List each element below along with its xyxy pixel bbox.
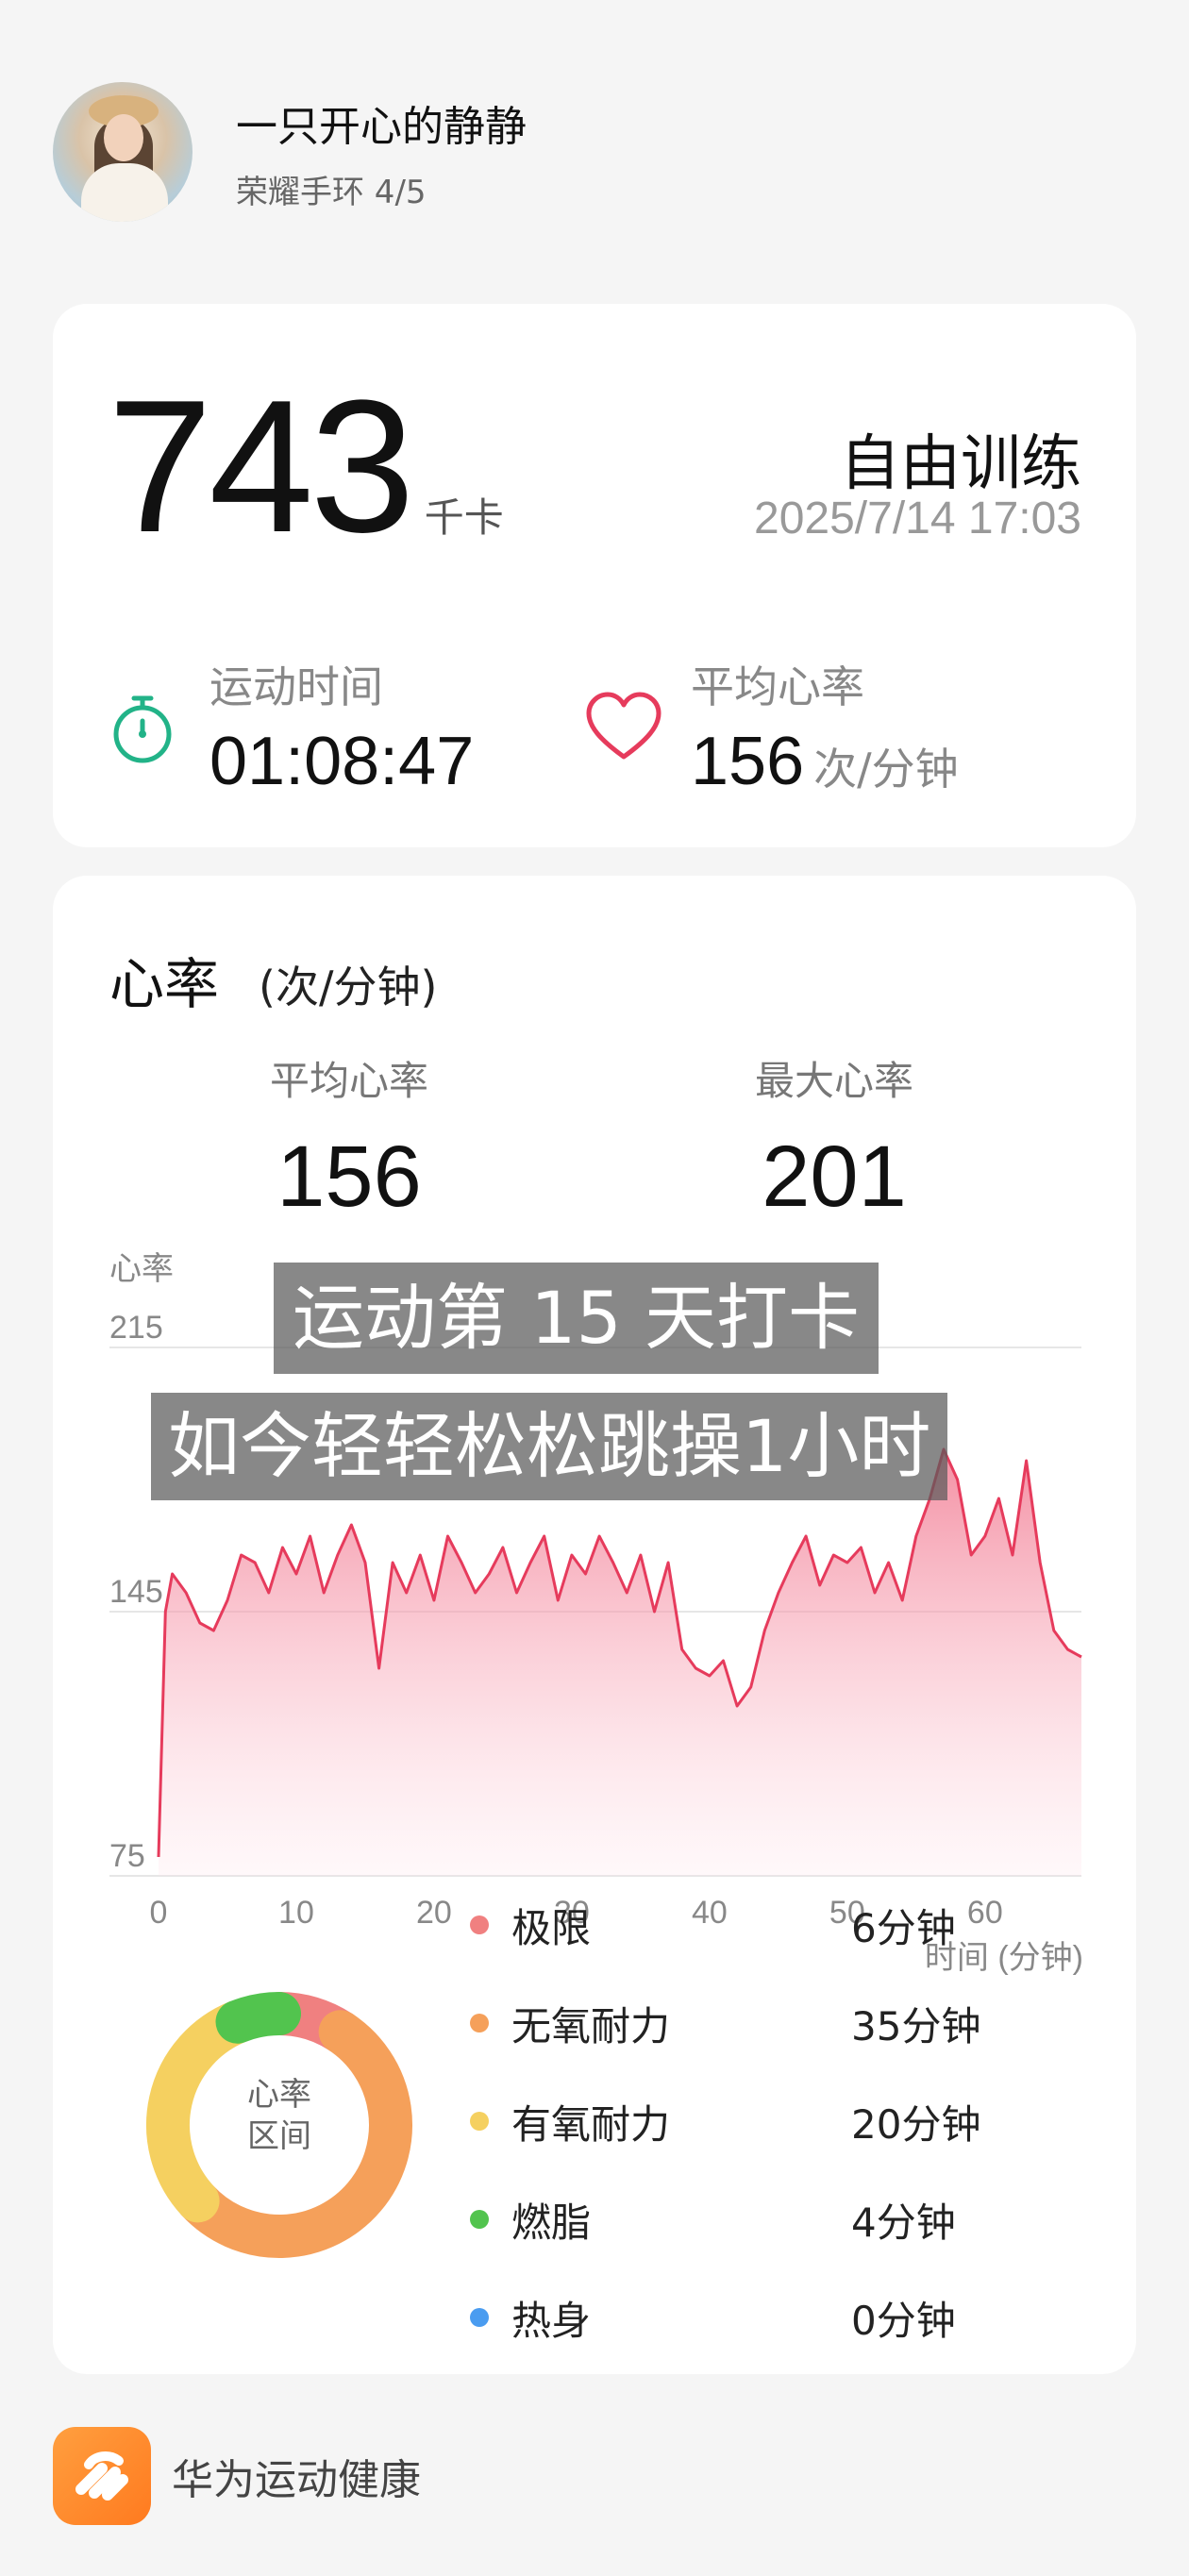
zone-dot — [470, 2014, 489, 2032]
y-axis-label: 心率 — [109, 1251, 174, 1287]
zone-duration: 20分钟 — [851, 2100, 981, 2148]
y-tick-label: 215 — [109, 1310, 163, 1346]
zone-dot — [470, 1915, 489, 1934]
user-name: 一只开心的静静 — [236, 102, 527, 151]
zone-arc-fat-burn — [215, 1992, 301, 2044]
calories-value: 743 — [108, 361, 415, 572]
huawei-health-logo-icon — [53, 2427, 151, 2525]
duration-stat: 运动时间 01:08:47 — [100, 653, 474, 800]
zone-duration: 6分钟 — [851, 1904, 956, 1951]
caption-overlay-1: 运动第 15 天打卡 — [274, 1263, 879, 1374]
zone-duration: 35分钟 — [851, 2002, 981, 2049]
duration-label: 运动时间 — [209, 661, 383, 712]
avg-heart-rate-stat: 平均心率 156 次/分钟 — [581, 653, 959, 800]
avg-hr-unit: 次/分钟 — [813, 744, 959, 795]
zone-dot — [470, 2308, 489, 2327]
x-tick-label: 20 — [416, 1895, 452, 1931]
heart-rate-area — [159, 1449, 1081, 1876]
profile-header: 一只开心的静静 荣耀手环 4/5 — [53, 81, 527, 223]
donut-label-line2: 区间 — [247, 2117, 311, 2155]
zone-duration: 4分钟 — [851, 2199, 956, 2246]
x-tick-label: 10 — [278, 1895, 314, 1931]
duration-value: 01:08:47 — [209, 724, 475, 799]
avg-hr-value: 156 — [691, 724, 805, 799]
heart-icon — [586, 692, 661, 760]
zone-row-warm-up: 热身 0分钟 — [449, 2289, 1015, 2346]
zone-row-fat-burn: 燃脂 4分钟 — [449, 2191, 1015, 2248]
zone-name: 无氧耐力 — [511, 2002, 671, 2049]
zone-name: 燃脂 — [511, 2199, 592, 2246]
y-tick-label: 145 — [109, 1574, 163, 1610]
zone-row-anaerobic: 无氧耐力 35分钟 — [449, 1995, 1015, 2051]
zone-dot — [470, 2210, 489, 2229]
zone-row-aerobic: 有氧耐力 20分钟 — [449, 2093, 1015, 2149]
donut-label-line1: 心率 — [247, 2076, 311, 2114]
donut-center-label: 心率 区间 — [142, 2074, 417, 2157]
zone-dot — [470, 2112, 489, 2131]
zone-duration: 0分钟 — [851, 2297, 956, 2344]
zone-name: 热身 — [511, 2297, 592, 2344]
calories-unit: 千卡 — [424, 494, 504, 541]
caption-overlay-2: 如今轻轻松松跳操1小时 — [151, 1393, 948, 1500]
workout-summary-card: 743 千卡 自由训练 2025/7/14 17:03 运动时间 01:08:4… — [53, 304, 1136, 847]
y-tick-label: 75 — [109, 1838, 145, 1874]
avatar[interactable] — [53, 82, 193, 222]
heart-rate-card: 心率 (次/分钟) 平均心率 156 最大心率 201 75 145 215 心率 0 1… — [53, 876, 1136, 2374]
avg-hr-label: 平均心率 — [691, 661, 864, 712]
zone-name: 极限 — [511, 1904, 592, 1951]
zone-row-extreme: 极限 6分钟 — [449, 1897, 1015, 1953]
x-tick-label: 0 — [150, 1895, 168, 1931]
zone-name: 有氧耐力 — [511, 2100, 671, 2148]
calories: 743 千卡 — [108, 361, 504, 572]
device-name: 荣耀手环 4/5 — [236, 173, 427, 211]
workout-type: 自由训练 — [840, 429, 1081, 499]
stopwatch-icon — [113, 695, 172, 763]
brand-name: 华为运动健康 — [172, 2456, 421, 2504]
app-brand[interactable]: 华为运动健康 — [53, 2427, 421, 2525]
workout-datetime: 2025/7/14 17:03 — [754, 493, 1081, 544]
